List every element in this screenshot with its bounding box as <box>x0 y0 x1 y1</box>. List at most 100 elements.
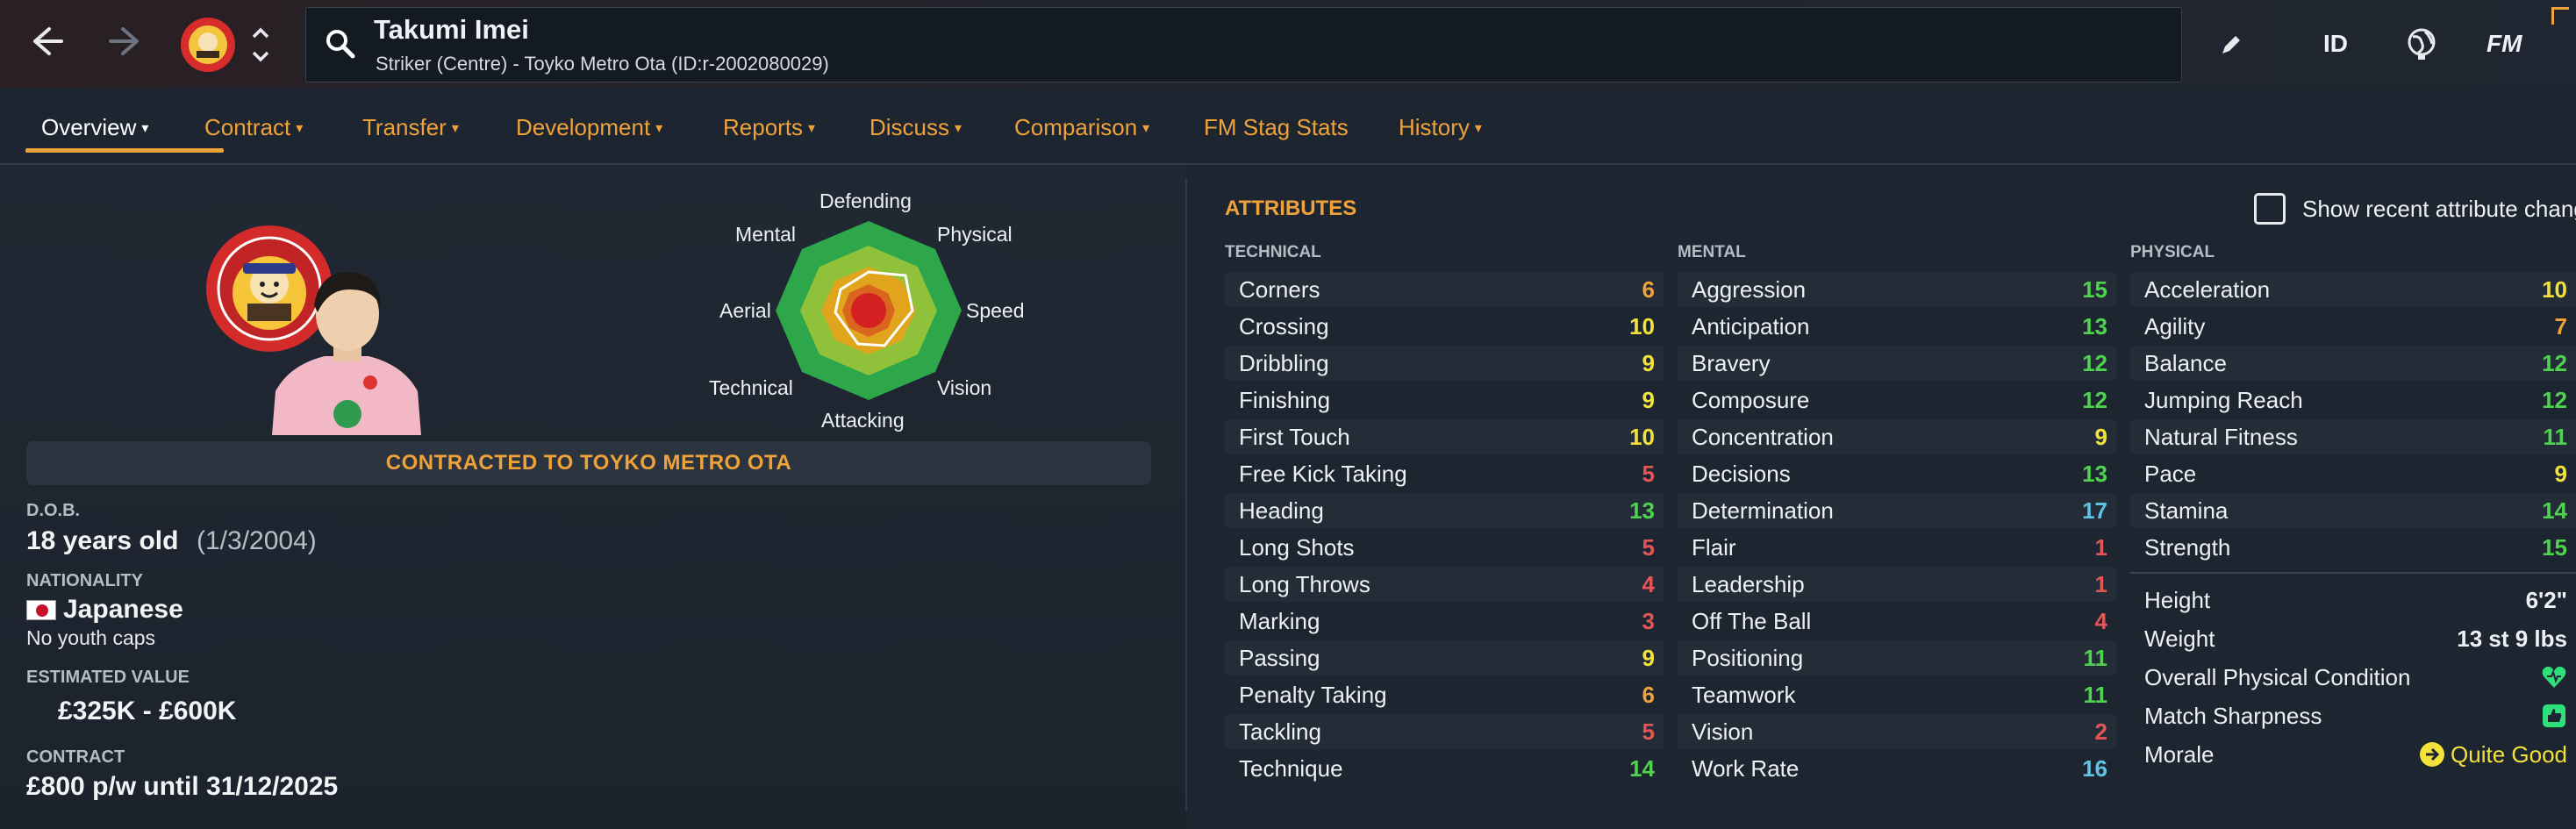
tab-contract[interactable]: Contract ▾ <box>204 114 303 141</box>
globe-icon[interactable] <box>2404 26 2439 66</box>
attribute-row[interactable]: Natural Fitness 11 <box>2130 419 2576 454</box>
tab-overview[interactable]: Overview ▾ <box>41 114 148 141</box>
tab-transfer[interactable]: Transfer ▾ <box>362 114 459 141</box>
tab-comparison[interactable]: Comparison ▾ <box>1014 114 1149 141</box>
attribute-name: Technique <box>1239 755 1343 782</box>
attribute-value: 13 <box>2082 313 2107 339</box>
recent-changes-checkbox[interactable] <box>2254 193 2286 225</box>
attribute-value: 11 <box>2543 424 2568 450</box>
dob-label: D.O.B. <box>26 501 81 520</box>
active-tab-indicator <box>25 148 224 153</box>
attribute-value: 16 <box>2082 755 2107 782</box>
attribute-row[interactable]: Vision 2 <box>1678 714 2116 749</box>
attribute-row[interactable]: Finishing 9 <box>1225 382 1664 418</box>
dob-value: (1/3/2004) <box>197 526 317 555</box>
tab-discuss[interactable]: Discuss ▾ <box>869 114 962 141</box>
attribute-name: Anticipation <box>1692 313 1810 339</box>
attribute-row[interactable]: Work Rate 16 <box>1678 751 2116 786</box>
attribute-row[interactable]: Concentration 9 <box>1678 419 2116 454</box>
attribute-row[interactable]: Leadership 1 <box>1678 567 2116 602</box>
attribute-row[interactable]: Pace 9 <box>2130 456 2576 491</box>
tab-label: Overview <box>41 114 137 140</box>
attribute-name: Flair <box>1692 534 1736 561</box>
heart-icon[interactable] <box>2541 660 2567 695</box>
attribute-name: Natural Fitness <box>2144 424 2298 450</box>
attribute-value: 7 <box>2554 313 2567 339</box>
morale-value[interactable]: Quite Good <box>2419 737 2567 772</box>
attribute-row[interactable]: Free Kick Taking 5 <box>1225 456 1664 491</box>
attribute-row[interactable]: Aggression 15 <box>1678 272 2116 307</box>
edit-pencil-icon[interactable] <box>2218 32 2244 62</box>
technical-heading: TECHNICAL <box>1225 243 1321 261</box>
attribute-value: 15 <box>2542 534 2567 561</box>
attribute-value: 4 <box>1642 571 1655 597</box>
attribute-name: Off The Ball <box>1692 608 1812 634</box>
condition-label: Overall Physical Condition <box>2144 664 2411 690</box>
tab-label: Comparison <box>1014 114 1138 140</box>
attribute-name: Marking <box>1239 608 1320 634</box>
tab-development[interactable]: Development ▾ <box>516 114 662 141</box>
radar-label-vision: Vision <box>937 376 992 399</box>
attribute-row[interactable]: Corners 6 <box>1225 272 1664 307</box>
attribute-row[interactable]: Composure 12 <box>1678 382 2116 418</box>
radar-label-aerial: Aerial <box>719 299 771 322</box>
attribute-name: Strength <box>2144 534 2231 561</box>
player-photo <box>263 260 430 440</box>
attribute-value: 6 <box>1642 276 1655 303</box>
tab-history[interactable]: History ▾ <box>1399 114 1482 141</box>
recent-changes-label[interactable]: Show recent attribute changes <box>2302 193 2576 225</box>
attribute-row[interactable]: Off The Ball 4 <box>1678 604 2116 639</box>
estimated-value: £325K - £600K <box>58 697 237 725</box>
tab-label: Contract <box>204 114 291 140</box>
profile-panel <box>0 167 1186 829</box>
player-switch-chevrons-icon[interactable] <box>249 21 272 73</box>
attribute-row[interactable]: Long Throws 4 <box>1225 567 1664 602</box>
radar-label-attacking: Attacking <box>821 409 905 432</box>
attribute-row[interactable]: Long Shots 5 <box>1225 530 1664 565</box>
attribute-row[interactable]: Marking 3 <box>1225 604 1664 639</box>
back-arrow-icon[interactable] <box>30 24 65 67</box>
physical-divider <box>2130 572 2576 574</box>
attribute-row[interactable]: Passing 9 <box>1225 640 1664 675</box>
attribute-value: 13 <box>2082 461 2107 487</box>
attribute-row[interactable]: Acceleration 10 <box>2130 272 2576 307</box>
attribute-row[interactable]: Determination 17 <box>1678 493 2116 528</box>
attribute-row[interactable]: First Touch 10 <box>1225 419 1664 454</box>
attribute-name: Long Throws <box>1239 571 1370 597</box>
attribute-row[interactable]: Stamina 14 <box>2130 493 2576 528</box>
attribute-row[interactable]: Agility 7 <box>2130 309 2576 344</box>
condition-row: Overall Physical Condition <box>2130 660 2576 695</box>
weight-label: Weight <box>2144 625 2215 652</box>
attribute-row[interactable]: Technique 14 <box>1225 751 1664 786</box>
weight-value: 13 st 9 lbs <box>2457 625 2567 652</box>
attribute-row[interactable]: Bravery 12 <box>1678 346 2116 381</box>
nationality-value[interactable]: Japanese <box>63 595 183 625</box>
tab-label: Discuss <box>869 114 950 140</box>
forward-arrow-icon[interactable] <box>107 24 142 67</box>
attribute-row[interactable]: Heading 13 <box>1225 493 1664 528</box>
thumb-icon[interactable] <box>2541 698 2567 733</box>
attribute-row[interactable]: Balance 12 <box>2130 346 2576 381</box>
fm-button[interactable]: FM <box>2487 30 2522 58</box>
attribute-name: Tackling <box>1239 718 1321 745</box>
attribute-row[interactable]: Penalty Taking 6 <box>1225 677 1664 712</box>
attribute-row[interactable]: Crossing 10 <box>1225 309 1664 344</box>
attribute-row[interactable]: Decisions 13 <box>1678 456 2116 491</box>
tab-fm-stag-stats[interactable]: FM Stag Stats <box>1204 114 1349 141</box>
attribute-row[interactable]: Anticipation 13 <box>1678 309 2116 344</box>
attribute-row[interactable]: Flair 1 <box>1678 530 2116 565</box>
attribute-row[interactable]: Jumping Reach 12 <box>2130 382 2576 418</box>
attribute-name: Vision <box>1692 718 1754 745</box>
attribute-row[interactable]: Positioning 11 <box>1678 640 2116 675</box>
attribute-row[interactable]: Strength 15 <box>2130 530 2576 565</box>
search-icon[interactable] <box>323 26 358 66</box>
attribute-value: 10 <box>1629 424 1655 450</box>
tab-reports[interactable]: Reports ▾ <box>723 114 815 141</box>
attribute-row[interactable]: Teamwork 11 <box>1678 677 2116 712</box>
id-button[interactable]: ID <box>2323 30 2348 58</box>
attribute-name: Work Rate <box>1692 755 1800 782</box>
attribute-row[interactable]: Tackling 5 <box>1225 714 1664 749</box>
club-badge-icon[interactable] <box>179 16 237 78</box>
attribute-value: 12 <box>2082 387 2107 413</box>
attribute-row[interactable]: Dribbling 9 <box>1225 346 1664 381</box>
